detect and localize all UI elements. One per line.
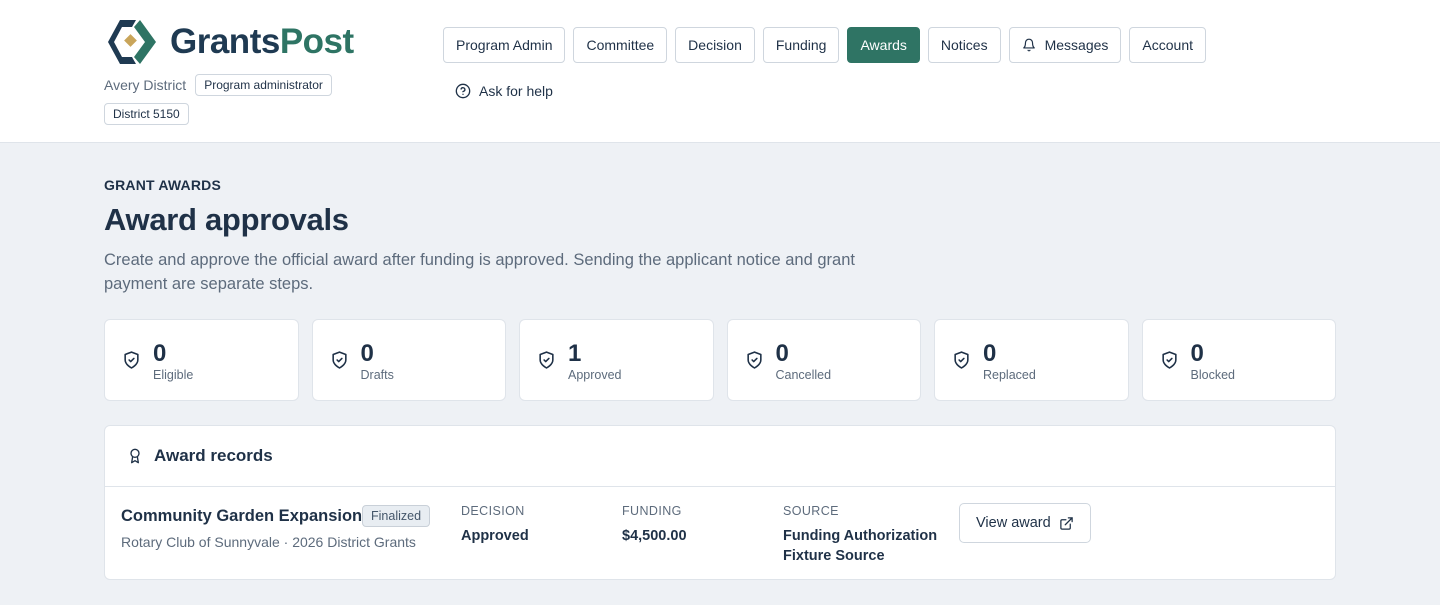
source-value: Funding Authorization Fixture Source — [783, 526, 937, 566]
shield-check-icon — [954, 351, 969, 369]
nav-notices[interactable]: Notices — [927, 27, 1001, 63]
help-circle-icon — [455, 83, 471, 99]
nav-label: Account — [1142, 37, 1193, 53]
decision-column: DECISION Approved — [461, 504, 529, 546]
shield-check-icon — [746, 351, 762, 369]
stat-label: Approved — [568, 368, 622, 382]
stat-card-drafts: 0 Drafts — [311, 319, 506, 401]
stat-value: 0 — [153, 340, 167, 367]
decision-label: DECISION — [461, 504, 525, 518]
nav-funding[interactable]: Funding — [762, 27, 840, 63]
nav-account[interactable]: Account — [1129, 27, 1206, 63]
award-records-title: Award records — [154, 446, 273, 465]
stat-value: 0 — [1190, 340, 1204, 367]
bell-icon — [1022, 38, 1035, 52]
funding-label: FUNDING — [622, 504, 682, 518]
brand-name-post: Post — [279, 22, 354, 61]
shield-check-icon — [124, 351, 139, 369]
role-chip: Program administrator — [195, 74, 332, 96]
user-name: Avery District — [104, 77, 187, 93]
award-records-header: Award records — [105, 426, 1335, 487]
record-name: Community Garden Expansion — [121, 507, 363, 525]
stat-card-eligible: 0 Eligible — [104, 319, 299, 401]
stat-label: Cancelled — [775, 368, 832, 382]
shield-check-icon — [539, 351, 554, 369]
source-line-2: Fixture Source — [783, 548, 885, 564]
award-records-panel: Award records Community Garden Expansion… — [104, 425, 1336, 580]
stat-label: Eligible — [153, 368, 194, 382]
source-column: SOURCE Funding Authorization Fixture Sou… — [783, 504, 937, 566]
district-chip: District 5150 — [104, 103, 189, 125]
help-label: Ask for help — [479, 83, 553, 99]
stat-card-replaced: 0 Replaced — [934, 319, 1129, 401]
top-bar: GrantsPost Avery District Program admini… — [0, 0, 1440, 143]
nav-decision[interactable]: Decision — [675, 27, 755, 63]
funding-value: $4,500.00 — [622, 528, 687, 544]
source-label: SOURCE — [783, 504, 839, 518]
funding-column: FUNDING $4,500.00 — [622, 504, 687, 546]
award-ribbon-icon — [130, 448, 140, 464]
stat-card-cancelled: 0 Cancelled — [726, 319, 921, 401]
nav-label: Program Admin — [456, 37, 553, 53]
nav-label: Funding — [775, 37, 827, 53]
stat-label: Drafts — [360, 368, 394, 382]
source-line-1: Funding Authorization — [783, 528, 938, 544]
decision-value: Approved — [461, 528, 529, 544]
nav-messages[interactable]: Messages — [1008, 27, 1122, 63]
nav-awards[interactable]: Awards — [847, 27, 920, 63]
user-info: Avery District Program administrator — [104, 74, 332, 96]
nav-program-admin[interactable]: Program Admin — [443, 27, 566, 63]
nav-committee[interactable]: Committee — [573, 27, 668, 63]
brand-name: GrantsPost — [170, 18, 354, 66]
nav-label: Decision — [688, 37, 742, 53]
shield-check-icon — [331, 351, 347, 369]
stat-card-blocked: 0 Blocked — [1141, 319, 1336, 401]
view-award-label: View award — [976, 515, 1051, 531]
page-eyebrow: GRANT AWARDS — [104, 177, 221, 193]
shield-check-icon — [1161, 351, 1177, 369]
table-row: Community Garden Expansion Finalized Rot… — [105, 487, 1335, 580]
external-link-icon — [1059, 516, 1073, 530]
nav-label: Awards — [860, 37, 907, 53]
status-badge: Finalized — [362, 505, 431, 527]
nav-label: Messages — [1044, 37, 1109, 53]
stat-label: Replaced — [983, 368, 1036, 382]
grantspost-logo-icon — [108, 20, 156, 64]
page-description: Create and approve the official award af… — [104, 251, 855, 293]
brand-name-grants: Grants — [170, 22, 280, 61]
nav-label: Committee — [586, 37, 655, 53]
stat-value: 0 — [983, 340, 997, 367]
brand-logo[interactable]: GrantsPost — [104, 16, 354, 68]
record-subtitle: Rotary Club of Sunnyvale · 2026 District… — [121, 534, 416, 550]
nav-label: Notices — [940, 37, 988, 53]
main-nav: Program Admin Committee Decision Funding… — [443, 27, 1206, 63]
stat-card-approved: 1 Approved — [519, 319, 714, 401]
page-title: Award approvals — [104, 202, 349, 237]
stat-value: 0 — [360, 340, 374, 367]
stat-value: 1 — [568, 340, 582, 367]
stat-value: 0 — [775, 340, 789, 367]
stats-row: 0 Eligible 0 Drafts 1 Approved 0 Cancell… — [104, 319, 1336, 401]
ask-for-help-link[interactable]: Ask for help — [455, 83, 553, 99]
stat-label: Blocked — [1190, 368, 1235, 382]
view-award-button[interactable]: View award — [959, 503, 1091, 543]
